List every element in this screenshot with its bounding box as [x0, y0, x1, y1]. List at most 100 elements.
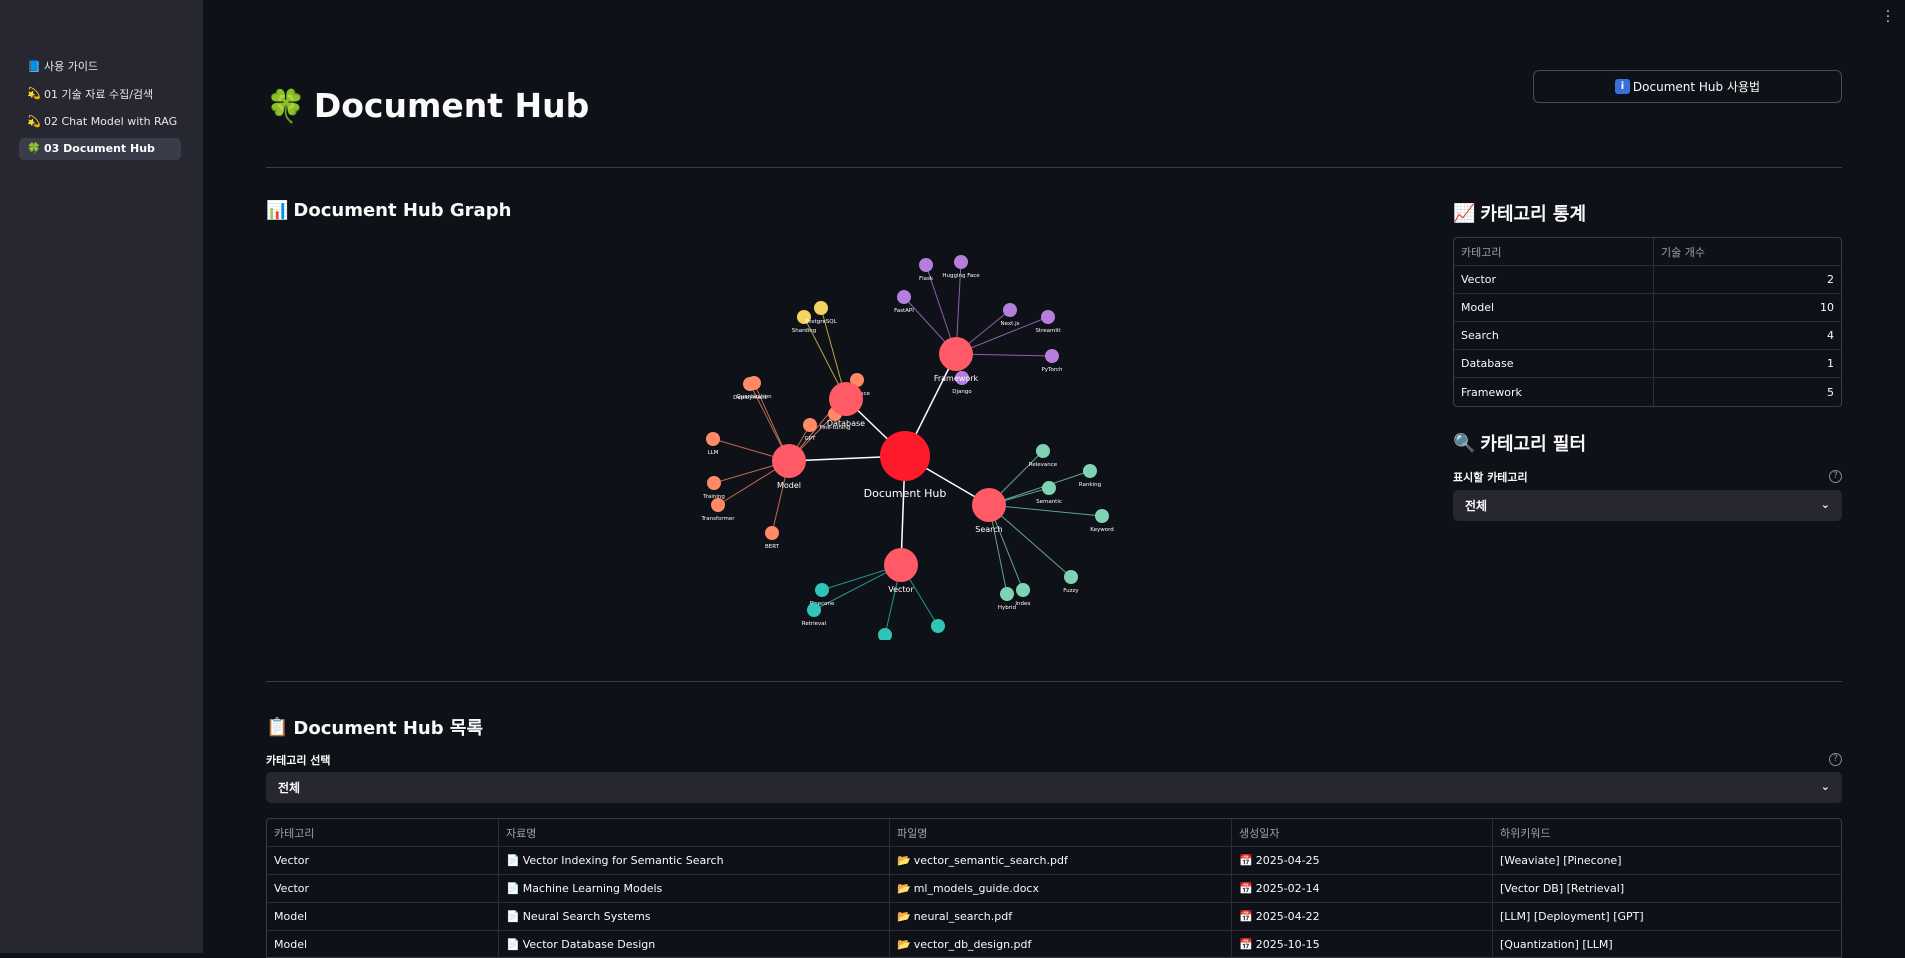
category-node[interactable]	[939, 337, 973, 371]
chevron-down-icon: ⌄	[1820, 780, 1830, 793]
leaf-label: PostgreSQL	[805, 319, 837, 325]
category-label: Framework	[934, 374, 979, 383]
leaf-node[interactable]	[1036, 444, 1050, 458]
leaf-node[interactable]	[1042, 481, 1056, 495]
leaf-label: Sharding	[792, 328, 817, 334]
sidebar-item-document-hub[interactable]: 🍀 03 Document Hub	[19, 137, 181, 160]
table-row[interactable]: Vector 📄 Vector Indexing for Semantic Sea…	[267, 847, 1841, 875]
leaf-node[interactable]	[1016, 583, 1030, 597]
help-icon[interactable]: ?	[1829, 470, 1842, 483]
leaf-node[interactable]	[897, 290, 911, 304]
leaf-node[interactable]	[706, 432, 720, 446]
leaf-node[interactable]	[1064, 570, 1078, 584]
sidebar-item-label: 사용 가이드	[44, 60, 99, 73]
table-row[interactable]: Vector 📄 Machine Learning Models 📂 ml_mode…	[267, 875, 1841, 903]
folder-icon: 📂	[897, 910, 911, 923]
center-node[interactable]	[880, 431, 930, 481]
leaf-label: Next.js	[1001, 321, 1020, 327]
help-button[interactable]: i Document Hub 사용법	[1533, 70, 1842, 103]
column-header[interactable]: 파일명	[890, 819, 1232, 846]
name-text: Neural Search Systems	[522, 910, 651, 923]
leaf-node[interactable]	[1083, 464, 1097, 478]
name-cell: 📄 Neural Search Systems	[499, 903, 890, 930]
column-header[interactable]: 생성일자	[1232, 819, 1493, 846]
divider	[266, 681, 1842, 682]
leaf-node[interactable]	[1095, 509, 1109, 523]
leaf-node[interactable]	[1000, 587, 1014, 601]
name-cell: 📄 Machine Learning Models	[499, 875, 890, 902]
category-label: Database	[827, 419, 865, 428]
page-title-text: Document Hub	[313, 86, 590, 125]
leaf-node[interactable]	[878, 628, 892, 640]
leaf-node[interactable]	[1003, 303, 1017, 317]
divider	[266, 167, 1842, 168]
help-button-label: Document Hub 사용법	[1632, 80, 1761, 94]
document-hub-graph[interactable]: LLMTrainingTransformerBERTGPTFine-tuning…	[680, 250, 1150, 640]
help-icon[interactable]: ?	[1829, 753, 1842, 766]
leaf-node[interactable]	[803, 418, 817, 432]
table-row: Vector 2	[1454, 266, 1841, 294]
category-cell: Framework	[1454, 378, 1654, 406]
graph-section-title: 📊 Document Hub Graph	[266, 200, 511, 221]
keywords-cell: [LLM] [Deployment] [GPT]	[1500, 910, 1644, 923]
folder-icon: 📂	[897, 854, 911, 867]
category-node[interactable]	[772, 444, 806, 478]
table-row[interactable]: Model 📄 Neural Search Systems 📂 neural_sea…	[267, 903, 1841, 931]
name-text: Vector Database Design	[522, 938, 656, 951]
category-select[interactable]: 전체 ⌄	[266, 772, 1842, 803]
sidebar: 📘 사용 가이드 💫 01 기술 자료 수집/검색 💫 02 Chat Mode…	[0, 0, 203, 953]
table-row[interactable]: Model 📄 Vector Database Design 📂 vector_db…	[267, 931, 1841, 957]
date-text: 2025-02-14	[1255, 882, 1320, 895]
leaf-label: Semantic	[1036, 499, 1062, 505]
category-label: Model	[777, 481, 801, 490]
column-header[interactable]: 카테고리	[267, 819, 499, 846]
category-cell: Vector	[1454, 266, 1654, 293]
graph-nodes: LLMTrainingTransformerBERTGPTFine-tuning…	[700, 255, 1114, 640]
leaf-node[interactable]	[1041, 310, 1055, 324]
category-node[interactable]	[972, 488, 1006, 522]
page-icon: 📄	[506, 910, 520, 923]
file-cell: 📂 vector_semantic_search.pdf	[890, 847, 1232, 874]
leaf-node[interactable]	[931, 619, 945, 633]
leaf-node[interactable]	[765, 526, 779, 540]
leaf-node[interactable]	[1045, 349, 1059, 363]
leaf-node[interactable]	[807, 603, 821, 617]
category-node[interactable]	[884, 548, 918, 582]
stats-table: 카테고리 기술 개수 Vector 2 Model 10 Search 4 Da…	[1453, 237, 1842, 407]
date-text: 2025-04-22	[1255, 910, 1320, 923]
sidebar-item-chat[interactable]: 💫 02 Chat Model with RAG	[19, 110, 181, 132]
leaf-node[interactable]	[711, 498, 725, 512]
column-header[interactable]: 하위키워드	[1493, 819, 1841, 846]
column-header[interactable]: 자료명	[499, 819, 890, 846]
category-node[interactable]	[829, 382, 863, 416]
sidebar-item-label: 01 기술 자료 수집/검색	[44, 87, 154, 101]
sparkle-icon: 💫	[27, 114, 41, 128]
leaf-node[interactable]	[814, 301, 828, 315]
leaf-label: LLM	[708, 450, 719, 456]
page-icon: 📄	[506, 854, 520, 867]
leaf-node[interactable]	[747, 376, 761, 390]
leaf-label: Keyword	[1090, 527, 1114, 533]
main-menu-icon[interactable]: · · ·	[1883, 5, 1893, 29]
filter-section-title-text: 카테고리 필터	[1480, 434, 1587, 455]
list-section-title: 📋 Document Hub 목록	[266, 714, 483, 740]
sidebar-item-collect[interactable]: 💫 01 기술 자료 수집/검색	[19, 83, 181, 105]
leaf-node[interactable]	[919, 258, 933, 272]
column-header[interactable]: 기술 개수	[1654, 244, 1841, 260]
magnifier-icon: 🔍	[1453, 432, 1476, 454]
page-title: 🍀 Document Hub	[266, 86, 589, 125]
file-cell: 📂 ml_models_guide.docx	[890, 875, 1232, 902]
select-value: 전체	[278, 781, 301, 795]
leaf-node[interactable]	[954, 255, 968, 269]
date-text: 2025-10-15	[1255, 938, 1320, 951]
leaf-node[interactable]	[815, 583, 829, 597]
leaf-label: Ranking	[1079, 482, 1101, 488]
sidebar-nav: 📘 사용 가이드 💫 01 기술 자료 수집/검색 💫 02 Chat Mode…	[19, 55, 181, 165]
count-cell: 2	[1827, 273, 1834, 286]
clipboard-icon: 📋	[266, 716, 289, 738]
category-filter-select[interactable]: 전체 ⌄	[1453, 490, 1842, 521]
filter-section-title: 🔍 카테고리 필터	[1453, 430, 1586, 456]
column-header[interactable]: 카테고리	[1454, 238, 1654, 265]
sidebar-item-guide[interactable]: 📘 사용 가이드	[19, 55, 181, 77]
leaf-node[interactable]	[707, 476, 721, 490]
